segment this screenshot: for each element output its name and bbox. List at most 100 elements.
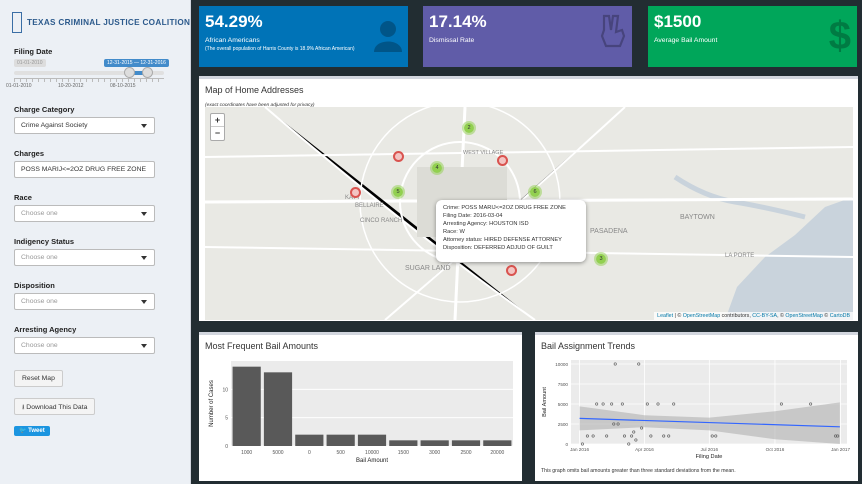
bar [389, 440, 418, 446]
race-label: Race [14, 193, 32, 202]
slider-tick-label: 01-01-2010 [6, 83, 32, 89]
race-select[interactable]: Choose one [14, 205, 155, 222]
x-tick-label: Oct 2016 [766, 447, 785, 452]
indigency-label: Indigency Status [14, 237, 75, 246]
tweet-button[interactable]: 🐦 Tweet [14, 426, 50, 436]
zoom-out-button[interactable]: − [211, 127, 224, 140]
bail-amounts-panel: Most Frequent Bail Amounts 0 5 10 1000 5000 0… [199, 332, 522, 481]
map-place-label: SUGAR LAND [405, 265, 451, 272]
osm-link[interactable]: OpenStreetMap [683, 313, 720, 319]
x-tick-label: 20000 [490, 450, 504, 456]
value-box-label: African Americans [205, 37, 260, 44]
x-tick-label: 3000 [429, 450, 440, 456]
charge-category-label: Charge Category [14, 105, 75, 114]
map-marker[interactable] [497, 155, 508, 166]
slider-tick-label: 10-20-2012 [58, 83, 84, 89]
map-place-label: CINCO RANCH [360, 218, 402, 224]
leaflet-link[interactable]: Leaflet [657, 313, 673, 319]
map-popup: Crime: POSS MARIJ<=2OZ DRUG FREE ZONE Fi… [436, 200, 586, 262]
main-content: 54.29% African Americans (The overall po… [191, 0, 862, 484]
trend-note: This graph omits bail amounts greater th… [541, 468, 736, 474]
y-tick-label: 5 [225, 416, 228, 422]
value-box-number: $1500 [654, 12, 702, 31]
y-tick-label: 2500 [558, 422, 569, 427]
sidebar: TEXAS CRIMINAL JUSTICE COALITION Filing … [0, 0, 191, 484]
charges-label: Charges [14, 149, 45, 158]
x-tick-label: 0 [308, 450, 311, 456]
map-cluster[interactable]: 5 [391, 185, 405, 199]
reset-map-button[interactable]: Reset Map [14, 370, 63, 387]
x-axis-label: Bail Amount [356, 458, 388, 464]
popup-agency: Arresting Agency: HOUSTON ISD [443, 220, 529, 227]
charges-input[interactable]: POSS MARIJ<=2OZ DRUG FREE ZONE [14, 161, 155, 178]
map-cluster[interactable]: 2 [462, 121, 476, 135]
agency-placeholder: Choose one [21, 342, 58, 349]
disposition-select[interactable]: Choose one [14, 293, 155, 310]
charge-category-value: Crime Against Society [21, 122, 88, 129]
home-address-map[interactable]: BELLAIRE SUGAR LAND PASADENA BAYTOWN CIN… [205, 107, 853, 320]
agency-select[interactable]: Choose one [14, 337, 155, 354]
filing-date-slider[interactable]: 01-01-2010 12-31-2015 — 12-31-2016 01-01… [6, 57, 170, 93]
map-place-label: PASADENA [590, 228, 628, 235]
bar [357, 434, 387, 446]
y-axis-label: Bail Amount [542, 387, 548, 417]
value-box-african-americans: 54.29% African Americans (The overall po… [199, 6, 408, 67]
indigency-select[interactable]: Choose one [14, 249, 155, 266]
map-cluster[interactable]: 3 [594, 252, 608, 266]
zoom-in-button[interactable]: + [211, 114, 224, 127]
indigency-placeholder: Choose one [21, 254, 58, 261]
x-tick-label: 2500 [460, 450, 471, 456]
map-cluster[interactable]: 4 [430, 161, 444, 175]
popup-filing-date: Filing Date: 2016-03-04 [443, 212, 503, 219]
attribution-text: © [822, 313, 830, 319]
y-axis-label: Number of Cases [209, 380, 215, 427]
attribution-text: contributors, [720, 313, 753, 319]
bar [232, 366, 261, 446]
map-marker[interactable] [393, 151, 404, 162]
map-marker[interactable] [350, 187, 361, 198]
chevron-down-icon [141, 300, 147, 304]
value-box-label: Average Bail Amount [654, 37, 718, 44]
scatter-chart-title: Bail Assignment Trends [541, 341, 636, 351]
bail-trends-panel: Bail Assignment Trends 0 2500 5000 7500 1000… [535, 332, 858, 481]
bar [295, 434, 324, 446]
slider-end-handle[interactable] [142, 67, 153, 78]
user-icon [374, 21, 402, 52]
map-cluster[interactable]: 6 [528, 185, 542, 199]
map-place-label: BELLAIRE [355, 203, 384, 209]
x-tick-label: 1000 [241, 450, 252, 456]
map-attribution: Leaflet | © OpenStreetMap contributors, … [654, 312, 853, 320]
x-axis-label: Filing Date [696, 454, 723, 460]
map-marker[interactable] [506, 265, 517, 276]
bar-chart-title: Most Frequent Bail Amounts [205, 341, 319, 351]
map-place-label: WEST VILLAGE [463, 150, 504, 156]
map-panel: Map of Home Addresses (exact coordinates… [199, 76, 858, 321]
disposition-placeholder: Choose one [21, 298, 58, 305]
popup-disposition: Disposition: DEFERRED ADJUD OF GUILT [443, 244, 553, 251]
download-button[interactable]: ⭳ Download This Data [14, 398, 96, 415]
tweet-label: Tweet [28, 428, 45, 434]
bar [263, 372, 293, 446]
value-box-number: 17.14% [429, 12, 487, 31]
attribution-text: | © [673, 313, 683, 319]
y-tick-label: 10 [222, 387, 228, 393]
x-tick-label: 5000 [272, 450, 283, 456]
popup-race: Race: W [443, 228, 465, 235]
osm-link[interactable]: OpenStreetMap [785, 313, 822, 319]
popup-attorney: Attorney status: HIRED DEFENSE ATTORNEY [443, 236, 562, 243]
brand-name: TEXAS CRIMINAL JUSTICE COALITION [27, 17, 191, 27]
charges-value: POSS MARIJ<=2OZ DRUG FREE ZONE [21, 166, 147, 173]
cc-link[interactable]: CC-BY-SA [752, 313, 777, 319]
x-tick-label: 500 [336, 450, 345, 456]
hand-peace-icon [600, 14, 626, 48]
brand-logo[interactable]: TEXAS CRIMINAL JUSTICE COALITION [12, 11, 190, 33]
bar [451, 440, 481, 446]
slider-range-label: 12-31-2015 — 12-31-2016 [104, 59, 169, 67]
charge-category-select[interactable]: Crime Against Society [14, 117, 155, 134]
slider-min-label: 01-01-2010 [14, 59, 46, 67]
slider-start-handle[interactable] [124, 67, 135, 78]
map-zoom-control: + − [210, 113, 225, 141]
carto-link[interactable]: CartoDB [830, 313, 850, 319]
x-tick-label: 1500 [398, 450, 409, 456]
value-box-average-bail: $1500 Average Bail Amount $ [648, 6, 857, 67]
